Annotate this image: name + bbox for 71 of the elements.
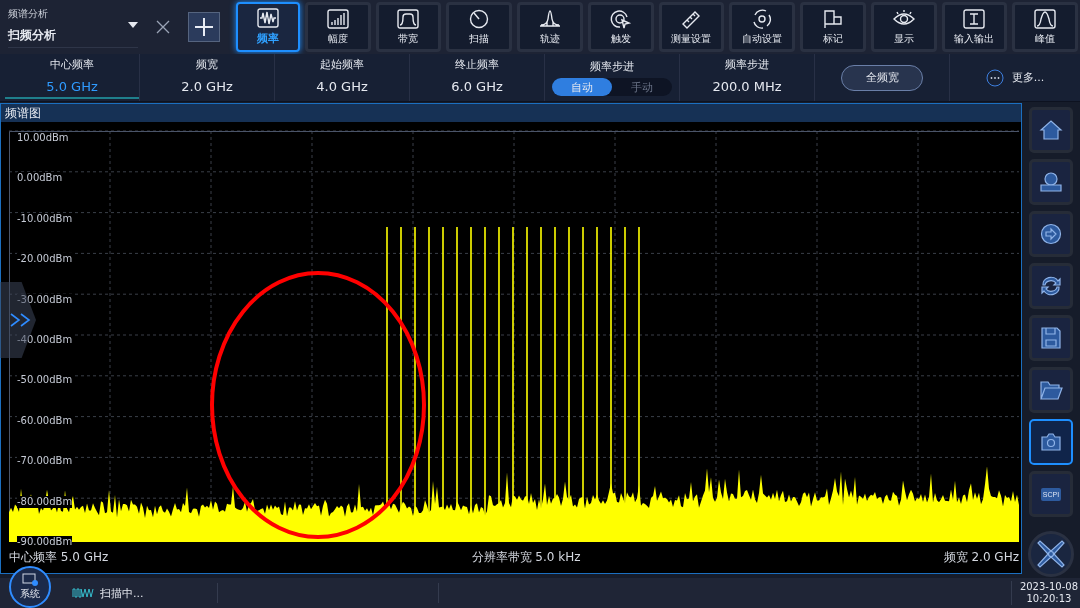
menu-tab[interactable]: 显示 [870,2,937,52]
more-button[interactable]: 更多... [985,68,1045,87]
parameter-field[interactable]: 起始频率 4.0 GHz [275,56,409,99]
mode-toggle[interactable]: 自动 手动 [552,78,672,96]
io-icon [963,8,986,29]
expand-icon [10,313,32,327]
span-label: 频宽 2.0 GHz [943,549,1019,566]
axis-label: -40.00dBm [17,333,73,346]
parameter-field[interactable]: 中心频率 5.0 GHz [5,56,139,99]
more-icon [985,68,1004,87]
menu-tab[interactable]: 扫描 [446,2,512,52]
axis-label: 10.00dBm [17,132,69,144]
arrow-button[interactable] [1029,211,1073,257]
bar-chart-icon [326,8,349,29]
parameter-label: 频率步进 [590,59,634,74]
caret-icon [128,22,138,28]
home-button[interactable] [1029,107,1073,153]
status-date: 2023-10-08 [1019,581,1078,593]
mode-selector[interactable]: 频谱分析 扫频分析 [8,6,138,48]
menu-tab[interactable]: 测量设置 [658,2,725,52]
menu-tab[interactable]: 输入输出 [941,2,1008,52]
home-icon [1039,119,1063,141]
cursor-icon [609,8,632,29]
close-icon[interactable] [156,20,170,34]
waveform-icon [72,588,94,598]
auto-icon [751,8,774,29]
menu-tab[interactable]: 轨迹 [517,2,583,52]
center-frequency-label: 中心频率 5.0 GHz [9,549,109,566]
refresh-icon [1039,275,1063,297]
menu-tab[interactable]: 频率 [236,2,300,52]
menu-tab[interactable]: 自动设置 [729,2,795,52]
monitor-icon [22,573,38,587]
folder-icon [1039,379,1063,401]
status-time: 10:20:13 [1026,593,1072,605]
menu-tab[interactable]: 触发 [587,2,654,52]
camera-icon [1039,431,1063,453]
axis-label: -80.00dBm [17,495,73,508]
scan-status: 扫描中... [100,585,144,601]
save-icon [1039,327,1063,349]
axis-label: -60.00dBm [17,414,73,427]
recall-button[interactable] [1029,159,1073,205]
mode-value: 扫频分析 [8,26,57,44]
camera-button[interactable] [1029,419,1073,465]
waveform-icon [256,8,279,28]
menu-tab[interactable]: 峰值 [1012,2,1078,52]
add-button[interactable] [188,12,220,42]
peak-icon [538,8,561,29]
menu-tab[interactable]: 标记 [800,2,866,52]
peak-curve-icon [1034,8,1057,29]
bandwidth-icon [397,8,420,29]
plus-icon [194,17,214,37]
toggle-option[interactable]: 手动 [612,78,672,96]
folder-button[interactable] [1029,367,1073,413]
menu-tab[interactable]: 幅度 [304,2,371,52]
system-button[interactable]: 系统 [9,566,51,608]
save-button[interactable] [1029,315,1073,361]
menu-tab[interactable]: 带宽 [375,2,442,52]
flag-icon [821,8,844,29]
navigation-button[interactable] [1028,531,1074,577]
toggle-option[interactable]: 自动 [552,78,612,96]
dial-icon [468,8,491,29]
refresh-button[interactable] [1029,263,1073,309]
parameter-field[interactable]: 频率步进 200.0 MHz [680,56,814,99]
parameter-field[interactable]: 频宽 2.0 GHz [140,56,274,99]
axis-label: -30.00dBm [17,293,73,306]
recall-icon [1039,171,1063,193]
parameter-field[interactable]: 终止频率 6.0 GHz [410,56,544,99]
full-span-button[interactable]: 全频宽 [841,64,923,91]
rbw-label: 分辨率带宽 5.0 kHz [471,549,581,566]
mode-label: 频谱分析 [8,6,49,21]
panel-title: 频谱图 [5,104,41,122]
